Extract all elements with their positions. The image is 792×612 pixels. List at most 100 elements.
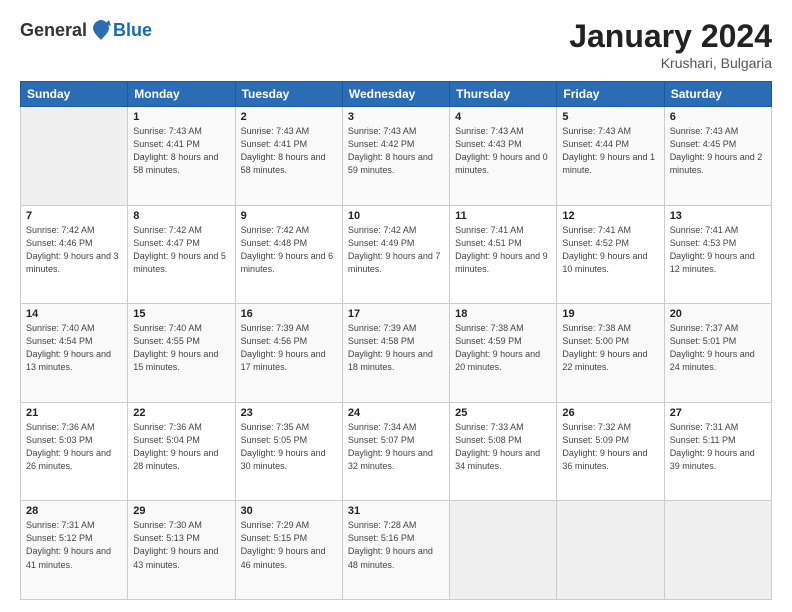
day-number: 20 [670, 308, 766, 320]
day-info: Sunrise: 7:39 AMSunset: 4:58 PMDaylight:… [348, 322, 444, 374]
day-info: Sunrise: 7:43 AMSunset: 4:45 PMDaylight:… [670, 125, 766, 177]
day-number: 29 [133, 505, 229, 517]
day-number: 30 [241, 505, 337, 517]
day-info: Sunrise: 7:36 AMSunset: 5:04 PMDaylight:… [133, 421, 229, 473]
calendar-cell: 30 Sunrise: 7:29 AMSunset: 5:15 PMDayligh… [235, 501, 342, 600]
calendar-cell: 15Sunrise: 7:40 AMSunset: 4:55 PMDayligh… [128, 304, 235, 403]
day-info: Sunrise: 7:40 AMSunset: 4:54 PMDaylight:… [26, 322, 122, 374]
logo-icon [89, 18, 113, 42]
day-info: Sunrise: 7:42 AMSunset: 4:47 PMDaylight:… [133, 224, 229, 276]
header: General Blue January 2024 Krushari, Bulg… [20, 18, 772, 71]
day-number: 31 [348, 505, 444, 517]
calendar-week-row: 1 Sunrise: 7:43 AMSunset: 4:41 PMDaylight… [21, 107, 772, 206]
day-number: 16 [241, 308, 337, 320]
day-number: 28 [26, 505, 122, 517]
calendar-cell: 6 Sunrise: 7:43 AMSunset: 4:45 PMDaylight… [664, 107, 771, 206]
calendar-cell [664, 501, 771, 600]
day-number: 8 [133, 210, 229, 222]
day-number: 14 [26, 308, 122, 320]
day-info: Sunrise: 7:29 AMSunset: 5:15 PMDaylight:… [241, 519, 337, 571]
calendar-cell: 2Sunrise: 7:43 AMSunset: 4:41 PMDaylight… [235, 107, 342, 206]
calendar-cell: 29 Sunrise: 7:30 AMSunset: 5:13 PMDayligh… [128, 501, 235, 600]
day-info: Sunrise: 7:31 AMSunset: 5:12 PMDaylight:… [26, 519, 122, 571]
day-number: 27 [670, 407, 766, 419]
day-info: Sunrise: 7:43 AMSunset: 4:43 PMDaylight:… [455, 125, 551, 177]
day-info: Sunrise: 7:32 AMSunset: 5:09 PMDaylight:… [562, 421, 658, 473]
calendar-cell: 31 Sunrise: 7:28 AMSunset: 5:16 PMDayligh… [342, 501, 449, 600]
calendar-cell: 26 Sunrise: 7:32 AMSunset: 5:09 PMDayligh… [557, 402, 664, 501]
day-info: Sunrise: 7:33 AMSunset: 5:08 PMDaylight:… [455, 421, 551, 473]
calendar-cell: 12 Sunrise: 7:41 AMSunset: 4:52 PMDayligh… [557, 205, 664, 304]
logo-general-text: General [20, 20, 87, 41]
day-info: Sunrise: 7:43 AMSunset: 4:41 PMDaylight:… [133, 125, 229, 177]
day-number: 11 [455, 210, 551, 222]
calendar-table: Sunday Monday Tuesday Wednesday Thursday… [20, 81, 772, 600]
calendar-cell [450, 501, 557, 600]
calendar-week-row: 14 Sunrise: 7:40 AMSunset: 4:54 PMDayligh… [21, 304, 772, 403]
month-title: January 2024 [569, 18, 772, 55]
calendar-page: General Blue January 2024 Krushari, Bulg… [0, 0, 792, 612]
day-info: Sunrise: 7:30 AMSunset: 5:13 PMDaylight:… [133, 519, 229, 571]
logo-blue-text: Blue [113, 20, 152, 41]
day-number: 17 [348, 308, 444, 320]
calendar-cell: 3Sunrise: 7:43 AMSunset: 4:42 PMDaylight… [342, 107, 449, 206]
day-number: 7 [26, 210, 122, 222]
calendar-cell: 5Sunrise: 7:43 AMSunset: 4:44 PMDaylight… [557, 107, 664, 206]
day-number: 6 [670, 111, 766, 123]
calendar-cell: 25 Sunrise: 7:33 AMSunset: 5:08 PMDayligh… [450, 402, 557, 501]
calendar-cell: 20 Sunrise: 7:37 AMSunset: 5:01 PMDayligh… [664, 304, 771, 403]
calendar-week-row: 21 Sunrise: 7:36 AMSunset: 5:03 PMDayligh… [21, 402, 772, 501]
header-saturday: Saturday [664, 82, 771, 107]
day-number: 18 [455, 308, 551, 320]
calendar-cell: 17 Sunrise: 7:39 AMSunset: 4:58 PMDayligh… [342, 304, 449, 403]
title-section: January 2024 Krushari, Bulgaria [569, 18, 772, 71]
day-number: 1 [133, 111, 229, 123]
day-info: Sunrise: 7:35 AMSunset: 5:05 PMDaylight:… [241, 421, 337, 473]
calendar-cell [557, 501, 664, 600]
day-info: Sunrise: 7:42 AMSunset: 4:46 PMDaylight:… [26, 224, 122, 276]
calendar-cell: 13Sunrise: 7:41 AMSunset: 4:53 PMDayligh… [664, 205, 771, 304]
header-wednesday: Wednesday [342, 82, 449, 107]
header-thursday: Thursday [450, 82, 557, 107]
day-info: Sunrise: 7:38 AMSunset: 5:00 PMDaylight:… [562, 322, 658, 374]
day-number: 19 [562, 308, 658, 320]
calendar-cell: 28 Sunrise: 7:31 AMSunset: 5:12 PMDayligh… [21, 501, 128, 600]
day-number: 15 [133, 308, 229, 320]
calendar-cell: 10 Sunrise: 7:42 AMSunset: 4:49 PMDayligh… [342, 205, 449, 304]
calendar-cell: 9 Sunrise: 7:42 AMSunset: 4:48 PMDaylight… [235, 205, 342, 304]
header-monday: Monday [128, 82, 235, 107]
day-info: Sunrise: 7:28 AMSunset: 5:16 PMDaylight:… [348, 519, 444, 571]
header-sunday: Sunday [21, 82, 128, 107]
calendar-cell: 23Sunrise: 7:35 AMSunset: 5:05 PMDayligh… [235, 402, 342, 501]
day-info: Sunrise: 7:38 AMSunset: 4:59 PMDaylight:… [455, 322, 551, 374]
day-number: 24 [348, 407, 444, 419]
day-number: 25 [455, 407, 551, 419]
day-number: 12 [562, 210, 658, 222]
day-info: Sunrise: 7:36 AMSunset: 5:03 PMDaylight:… [26, 421, 122, 473]
day-info: Sunrise: 7:42 AMSunset: 4:49 PMDaylight:… [348, 224, 444, 276]
calendar-cell: 16Sunrise: 7:39 AMSunset: 4:56 PMDayligh… [235, 304, 342, 403]
weekday-header-row: Sunday Monday Tuesday Wednesday Thursday… [21, 82, 772, 107]
day-number: 10 [348, 210, 444, 222]
logo: General Blue [20, 18, 152, 42]
day-number: 9 [241, 210, 337, 222]
day-info: Sunrise: 7:37 AMSunset: 5:01 PMDaylight:… [670, 322, 766, 374]
calendar-cell: 24 Sunrise: 7:34 AMSunset: 5:07 PMDayligh… [342, 402, 449, 501]
calendar-cell: 19 Sunrise: 7:38 AMSunset: 5:00 PMDayligh… [557, 304, 664, 403]
header-friday: Friday [557, 82, 664, 107]
calendar-week-row: 28 Sunrise: 7:31 AMSunset: 5:12 PMDayligh… [21, 501, 772, 600]
day-info: Sunrise: 7:41 AMSunset: 4:51 PMDaylight:… [455, 224, 551, 276]
day-number: 26 [562, 407, 658, 419]
calendar-cell: 18 Sunrise: 7:38 AMSunset: 4:59 PMDayligh… [450, 304, 557, 403]
calendar-cell: 22 Sunrise: 7:36 AMSunset: 5:04 PMDayligh… [128, 402, 235, 501]
day-number: 22 [133, 407, 229, 419]
calendar-cell: 11 Sunrise: 7:41 AMSunset: 4:51 PMDayligh… [450, 205, 557, 304]
day-info: Sunrise: 7:41 AMSunset: 4:52 PMDaylight:… [562, 224, 658, 276]
day-info: Sunrise: 7:42 AMSunset: 4:48 PMDaylight:… [241, 224, 337, 276]
day-number: 21 [26, 407, 122, 419]
calendar-cell: 14 Sunrise: 7:40 AMSunset: 4:54 PMDayligh… [21, 304, 128, 403]
day-info: Sunrise: 7:34 AMSunset: 5:07 PMDaylight:… [348, 421, 444, 473]
day-number: 2 [241, 111, 337, 123]
calendar-cell: 27Sunrise: 7:31 AMSunset: 5:11 PMDayligh… [664, 402, 771, 501]
calendar-cell [21, 107, 128, 206]
